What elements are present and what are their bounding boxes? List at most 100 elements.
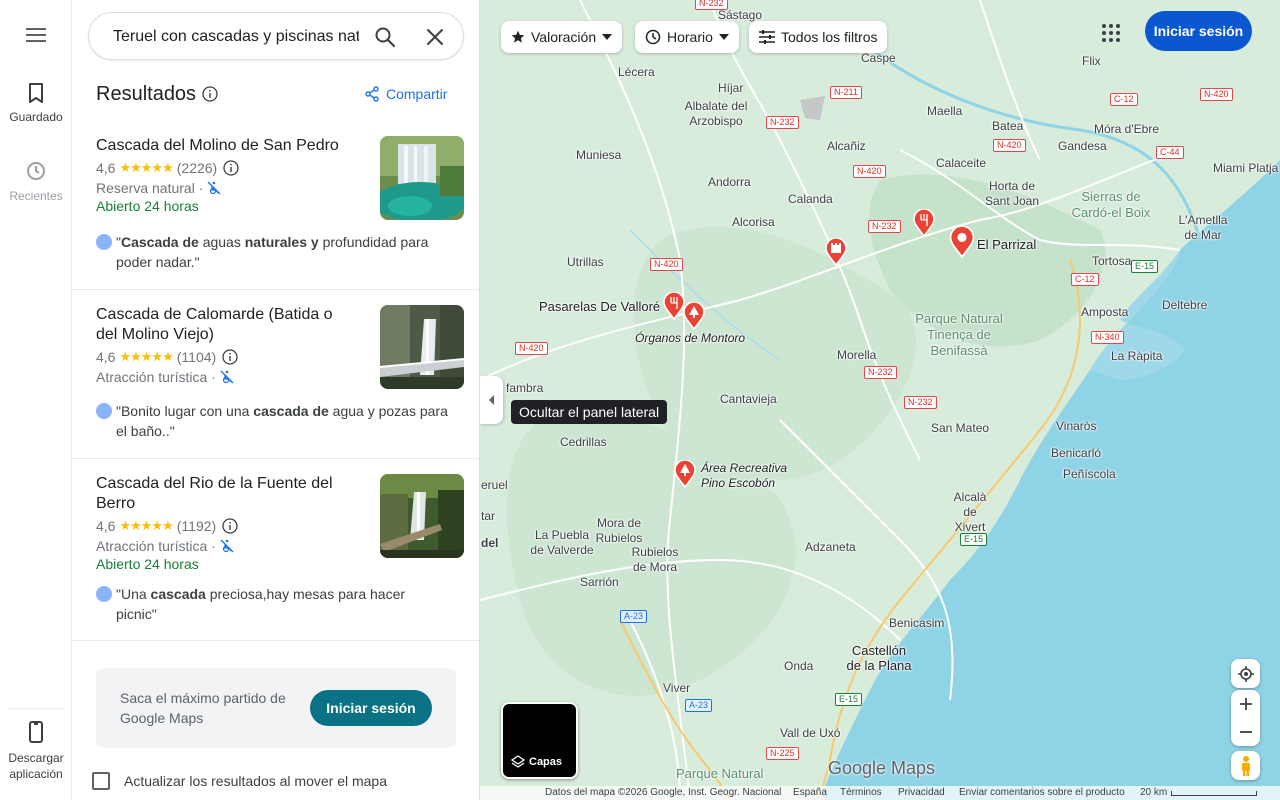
map-label-sierras: Sierras de Cardó-el Boix (1071, 189, 1151, 220)
result-title[interactable]: Cascada de Calomarde (Batida o del Molin… (96, 305, 356, 345)
result-title[interactable]: Cascada del Molino de San Pedro (96, 136, 356, 156)
layers-button[interactable]: Capas (501, 702, 578, 779)
info-icon[interactable] (223, 160, 239, 176)
map-label-tar: tar (481, 509, 496, 523)
update-results-toggle[interactable]: Actualizar los resultados al mover el ma… (92, 772, 387, 790)
rating-value: 4,6 (96, 518, 116, 534)
map-label-morella: Morella (837, 348, 877, 362)
search-box (88, 12, 464, 60)
avatar (96, 586, 112, 602)
result-card[interactable]: Cascada del Rio de la Fuente del Berro 4… (72, 459, 479, 641)
layers-icon (511, 755, 525, 768)
review-highlight: Cascada de (120, 234, 199, 250)
result-type: Atracción turística · (96, 367, 234, 387)
map-label-cedrillas: Cedrillas (560, 435, 607, 449)
map-canvas[interactable]: Sástago Caspe Flix Lécera Híjar Albalate… (480, 0, 1280, 800)
zoom-in-icon[interactable] (1231, 690, 1260, 718)
all-filters-chip[interactable]: Todos los filtros (749, 21, 888, 53)
rating-filter-chip[interactable]: Valoración (501, 21, 623, 53)
map-label-peniscola: Peñíscola (1063, 467, 1116, 481)
signin-button[interactable]: Iniciar sesión (1145, 11, 1252, 51)
park-pin-icon[interactable] (683, 302, 705, 330)
result-hours: Abierto 24 horas (96, 556, 199, 572)
map-label-calanda: Calanda (788, 192, 833, 206)
map-label-utrillas: Utrillas (567, 255, 604, 269)
landmark-pin-icon[interactable] (825, 238, 847, 266)
avatar (96, 234, 112, 250)
close-icon[interactable] (423, 25, 447, 49)
hours-filter-chip[interactable]: Horario (635, 21, 739, 53)
scale-label[interactable]: 20 km (1140, 787, 1167, 798)
collapse-panel-button[interactable] (480, 376, 503, 424)
map-label-eruel: eruel (481, 478, 508, 492)
update-checkbox[interactable] (92, 772, 110, 790)
share-button[interactable]: Compartir (364, 86, 447, 102)
selected-place-pin-icon[interactable] (949, 226, 975, 258)
map-label-maella: Maella (927, 104, 963, 118)
feedback-link[interactable]: Enviar comentarios sobre el producto (959, 787, 1125, 798)
map-footer: Datos del mapa ©2026 Google, Inst. Geogr… (480, 786, 1280, 800)
result-photo[interactable] (380, 305, 464, 389)
map-label-valluxo: Vall de Uxó (780, 726, 841, 740)
map-label-alcaniz: Alcañiz (827, 139, 866, 153)
review-count[interactable]: (2226) (177, 160, 217, 176)
rail-recents[interactable]: Recientes (0, 160, 72, 204)
country-link[interactable]: España (793, 787, 827, 798)
promo-text: Saca el máximo partido de Google Maps (120, 690, 286, 726)
clock-icon (645, 29, 661, 45)
menu-icon[interactable] (22, 24, 50, 48)
rail-saved[interactable]: Guardado (0, 82, 72, 124)
map-label-puebla: La Puebla de Valverde (530, 528, 594, 557)
result-card[interactable]: Cascada de Calomarde (Batida o del Molin… (72, 290, 479, 459)
privacy-link[interactable]: Privacidad (898, 787, 945, 798)
info-icon[interactable] (222, 349, 238, 365)
map-label-area: Área Recreativa Pino Escobón (701, 461, 788, 490)
info-icon[interactable] (222, 518, 238, 534)
rail-download-app[interactable]: Descargar aplicación (0, 720, 72, 782)
rating-value: 4,6 (96, 160, 116, 176)
search-input[interactable] (113, 26, 359, 48)
result-photo[interactable] (380, 474, 464, 558)
street-view-control[interactable] (1231, 751, 1260, 780)
restaurant-pin-icon[interactable] (913, 209, 935, 237)
map-label-mora: Móra d'Ebre (1094, 122, 1159, 136)
result-photo[interactable] (380, 136, 464, 220)
promo-signin-button[interactable]: Iniciar sesión (310, 690, 432, 726)
zoom-out-icon[interactable] (1231, 718, 1260, 746)
result-rating: 4,6 ★★★★★ (1192) (96, 516, 238, 536)
map-label-rubielos: Rubielos de Mora (631, 545, 679, 574)
result-card[interactable]: Cascada del Molino de San Pedro 4,6 ★★★★… (72, 120, 479, 290)
result-title[interactable]: Cascada del Rio de la Fuente del Berro (96, 474, 356, 514)
result-hours: Abierto 24 horas (96, 198, 199, 214)
chevron-left-icon (489, 395, 494, 405)
signin-promo: Saca el máximo partido de Google Maps In… (96, 668, 456, 748)
review-count[interactable]: (1104) (177, 349, 216, 365)
map-label-caspe: Caspe (861, 51, 896, 65)
map-label-organos: Órganos de Montoro (635, 331, 746, 345)
review-highlight: cascada (150, 586, 206, 602)
result-rating: 4,6 ★★★★★ (2226) (96, 158, 239, 178)
restaurant-pin-icon[interactable] (663, 292, 685, 320)
map-label-viver: Viver (663, 681, 691, 695)
share-label: Compartir (386, 86, 448, 102)
terms-link[interactable]: Términos (840, 787, 882, 798)
filters-icon (759, 30, 775, 44)
map-label-horta: Horta de Sant Joan (984, 179, 1040, 208)
review-count[interactable]: (1192) (177, 518, 216, 534)
search-icon[interactable] (373, 25, 397, 49)
info-icon[interactable] (202, 86, 218, 102)
road-tag: N-340 (1091, 331, 1124, 344)
map-label-fambra: fambra (506, 381, 544, 395)
pegman-icon[interactable] (1231, 751, 1260, 780)
park-pin-icon[interactable] (674, 460, 696, 488)
no-wheelchair-icon (207, 181, 221, 195)
layers-label: Capas (511, 755, 562, 769)
my-location-control[interactable] (1231, 659, 1260, 688)
my-location-icon[interactable] (1231, 659, 1260, 688)
no-wheelchair-icon (220, 539, 234, 553)
review-text: aguas (198, 234, 245, 250)
apps-grid-icon[interactable] (1100, 22, 1122, 44)
road-tag: N-225 (766, 747, 799, 760)
collapse-tooltip: Ocultar el panel lateral (511, 400, 668, 424)
caret-down-icon (602, 34, 613, 40)
